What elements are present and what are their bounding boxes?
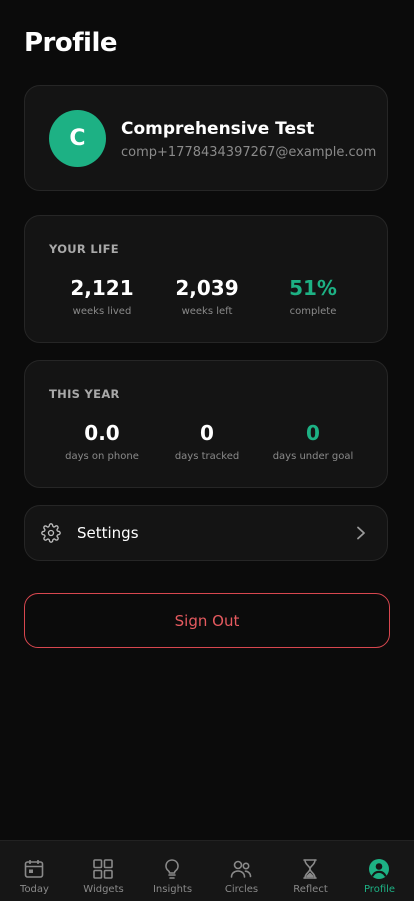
gear-icon bbox=[41, 523, 61, 543]
page-title: Profile bbox=[24, 28, 118, 58]
stat-label: days tracked bbox=[174, 451, 240, 462]
hourglass-icon bbox=[303, 859, 317, 879]
lightbulb-icon bbox=[165, 859, 179, 879]
bottom-tab-bar: Today Widgets Insights Circles Reflect P… bbox=[0, 840, 414, 901]
tab-label: Widgets bbox=[83, 884, 124, 895]
stat-value: 0 bbox=[200, 421, 214, 445]
stat-value: 2,121 bbox=[70, 276, 134, 300]
chevron-right-icon bbox=[357, 526, 365, 540]
stat-label: days under goal bbox=[272, 451, 354, 462]
profile-name: Comprehensive Test bbox=[121, 119, 315, 139]
stat-label: weeks left bbox=[181, 306, 233, 317]
stat-label: complete bbox=[289, 306, 337, 317]
stat-value: 2,039 bbox=[175, 276, 239, 300]
avatar: C bbox=[49, 110, 106, 167]
stat-label: weeks lived bbox=[72, 306, 132, 317]
tab-label: Insights bbox=[152, 884, 193, 895]
calendar-icon bbox=[24, 860, 44, 878]
complete-stat: 51% complete bbox=[253, 274, 373, 317]
your-life-label: YOUR LIFE bbox=[49, 242, 119, 256]
tab-circles[interactable]: Circles bbox=[207, 841, 276, 901]
weeks-lived-stat: 2,121 weeks lived bbox=[42, 274, 162, 317]
tab-reflect[interactable]: Reflect bbox=[276, 841, 345, 901]
this-year-card: THIS YEAR 0.0 days on phone 0 days track… bbox=[24, 360, 388, 488]
settings-button[interactable]: Settings bbox=[24, 505, 388, 561]
grid-icon bbox=[93, 859, 113, 879]
tab-label: Profile bbox=[363, 884, 396, 895]
stat-value: 51% bbox=[289, 276, 337, 300]
tab-profile[interactable]: Profile bbox=[345, 841, 414, 901]
stat-value: 0 bbox=[306, 421, 320, 445]
people-icon bbox=[230, 860, 252, 878]
user-circle-icon bbox=[369, 859, 389, 879]
this-year-label: THIS YEAR bbox=[49, 387, 120, 401]
tab-today[interactable]: Today bbox=[0, 841, 69, 901]
tab-widgets[interactable]: Widgets bbox=[69, 841, 138, 901]
profile-email: comp+1778434397267@example.com bbox=[121, 145, 377, 160]
settings-label: Settings bbox=[77, 524, 139, 542]
tab-label: Reflect bbox=[293, 884, 328, 895]
tab-label: Today bbox=[20, 884, 49, 895]
days-under-goal-stat: 0 days under goal bbox=[253, 419, 373, 462]
stat-value: 0.0 bbox=[84, 421, 120, 445]
days-tracked-stat: 0 days tracked bbox=[147, 419, 267, 462]
your-life-card: YOUR LIFE 2,121 weeks lived 2,039 weeks … bbox=[24, 215, 388, 343]
tab-label: Circles bbox=[224, 884, 259, 895]
sign-out-button[interactable]: Sign Out bbox=[24, 593, 390, 648]
weeks-left-stat: 2,039 weeks left bbox=[147, 274, 267, 317]
profile-card: C Comprehensive Test comp+1778434397267@… bbox=[24, 85, 388, 191]
days-on-phone-stat: 0.0 days on phone bbox=[42, 419, 162, 462]
tab-insights[interactable]: Insights bbox=[138, 841, 207, 901]
stat-label: days on phone bbox=[65, 451, 139, 462]
